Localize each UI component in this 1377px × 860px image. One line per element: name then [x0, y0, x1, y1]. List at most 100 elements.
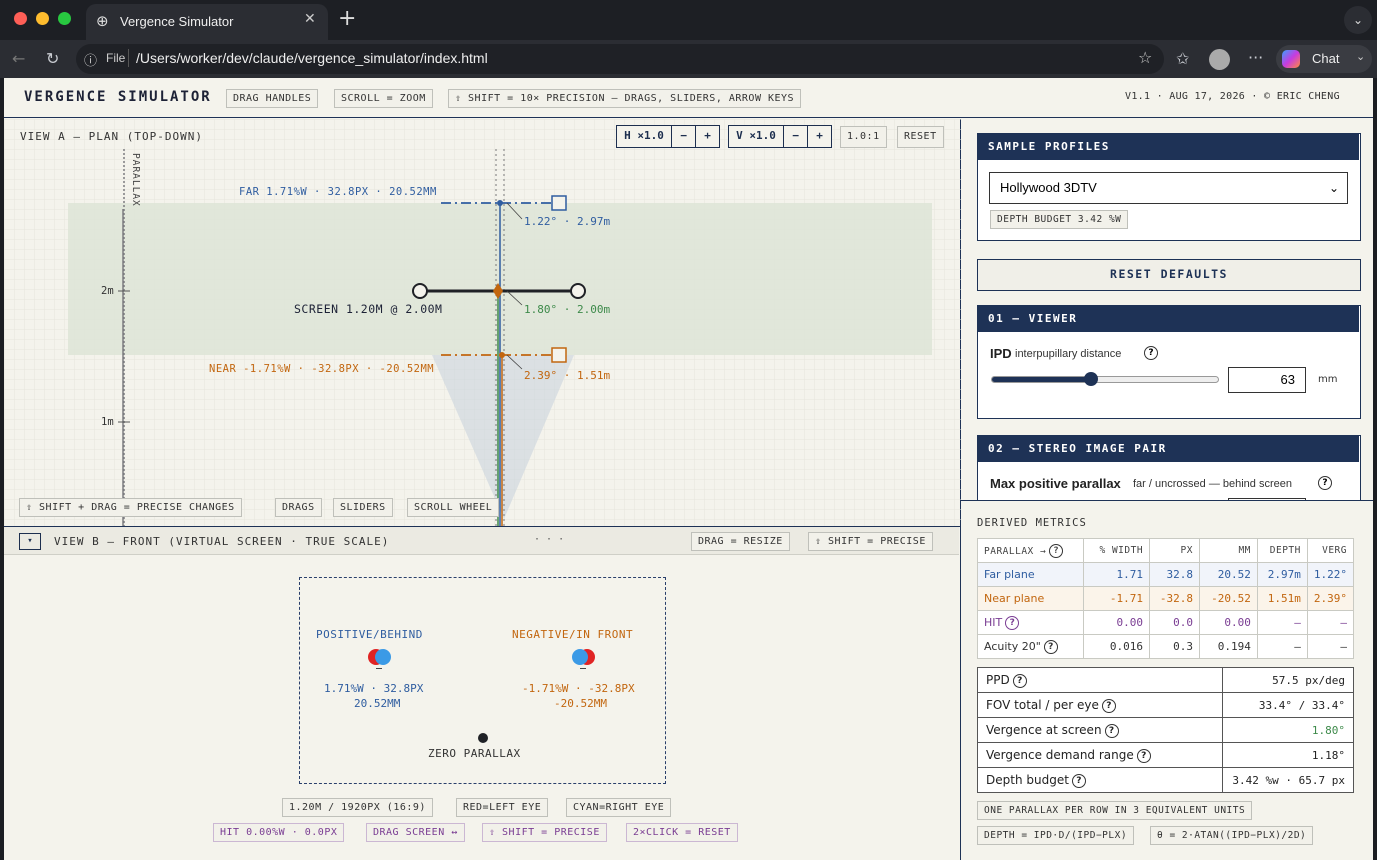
help-icon[interactable]: ?: [1043, 639, 1058, 654]
ipd-input[interactable]: 63: [1228, 367, 1306, 393]
zero-parallax-dot[interactable]: [478, 733, 488, 743]
table-row: Depth budget? 3.42 %w · 65.7 px: [977, 767, 1354, 793]
v-zoom-plus-button[interactable]: +: [808, 125, 832, 148]
sample-profiles-title: SAMPLE PROFILES: [978, 134, 1359, 160]
minimize-window-button[interactable]: [36, 12, 49, 25]
col-header-width: % WIDTH: [1083, 538, 1151, 563]
help-icon[interactable]: ?: [1049, 543, 1064, 558]
near-plane-readout: 2.39° · 1.51m: [524, 369, 610, 382]
help-icon[interactable]: ?: [1318, 476, 1332, 490]
url-scheme: File: [106, 51, 126, 65]
more-menu-icon[interactable]: ···: [1248, 48, 1263, 68]
virtual-screen[interactable]: POSITIVE/BEHIND 1.71%W · 32.8PX 20.52MM …: [299, 577, 666, 784]
negative-stereo-pair-icon[interactable]: [572, 649, 602, 669]
screen-left-handle: [412, 283, 428, 299]
table-cell: 2.39°: [1306, 586, 1355, 611]
red-left-eye-tag: RED=LEFT EYE: [456, 798, 549, 817]
tab-search-button[interactable]: ⌄: [1344, 6, 1372, 34]
resize-grip[interactable]: · · ·: [534, 534, 564, 545]
stat-value-ppd: 57.5 px/deg: [1222, 667, 1354, 693]
table-row: PPD? 57.5 px/deg: [977, 667, 1354, 693]
positive-stereo-pair-icon[interactable]: [368, 649, 398, 669]
avatar[interactable]: [1209, 49, 1230, 70]
help-icon[interactable]: ?: [1144, 346, 1158, 360]
profile-select-value: Hollywood 3DTV: [1000, 180, 1097, 195]
ipd-sublabel: interpupillary distance: [1015, 348, 1122, 360]
address-bar[interactable]: ⓘ File /Users/worker/dev/claude/vergence…: [76, 44, 1164, 74]
reset-defaults-button[interactable]: RESET DEFAULTS: [977, 259, 1361, 291]
hint-drag-handles: DRAG HANDLES: [226, 89, 319, 108]
screen-right-handle: [570, 283, 586, 299]
table-row: HIT? 0.00 0.0 0.00 – –: [976, 610, 1355, 635]
url-text: /Users/worker/dev/claude/vergence_simula…: [136, 50, 488, 66]
row-label-hit: HIT: [984, 615, 1003, 629]
h-zoom-value: H ×1.0: [616, 125, 672, 148]
ipd-slider[interactable]: [991, 372, 1219, 386]
globe-icon: ⊕: [96, 12, 109, 30]
stat-label-vergence-screen: Vergence at screen: [986, 722, 1102, 737]
viewer-title: 01 — VIEWER: [978, 306, 1359, 332]
col-header-mm: MM: [1198, 538, 1258, 563]
view-a-title: VIEW A — PLAN (TOP-DOWN): [20, 130, 203, 143]
chevron-down-icon: ⌄: [1328, 181, 1339, 195]
hint-drags: DRAGS: [275, 498, 322, 517]
chat-button[interactable]: Chat ⌄: [1276, 45, 1372, 73]
col-header-px: PX: [1149, 538, 1200, 563]
stat-value-fov: 33.4° / 33.4°: [1222, 692, 1354, 718]
sample-profiles-panel: SAMPLE PROFILES Hollywood 3DTV ⌄ DEPTH B…: [977, 133, 1361, 241]
v-zoom-minus-button[interactable]: −: [784, 125, 808, 148]
parallax-axis-label: PARALLAX: [130, 153, 141, 207]
tick-2m: 2m: [101, 285, 114, 297]
help-icon[interactable]: ?: [1071, 773, 1086, 788]
reload-icon[interactable]: ↻: [46, 49, 59, 69]
hint-sliders: SLIDERS: [333, 498, 393, 517]
hint-scroll-wheel: SCROLL WHEEL: [407, 498, 500, 517]
ipd-slider-thumb[interactable]: [1084, 372, 1099, 386]
far-plane-readout: 1.22° · 2.97m: [524, 215, 610, 228]
h-zoom-plus-button[interactable]: +: [696, 125, 720, 148]
aspect-ratio-button[interactable]: 1.0:1: [840, 126, 887, 148]
stat-value-vergence-range: 1.18°: [1222, 742, 1354, 768]
stat-label-ppd: PPD: [986, 672, 1010, 687]
maximize-window-button[interactable]: [58, 12, 71, 25]
note-theta-formula: θ = 2·ATAN((IPD−PLX)/2D): [1150, 826, 1314, 845]
close-window-button[interactable]: [14, 12, 27, 25]
help-icon[interactable]: ?: [1005, 615, 1020, 630]
h-zoom-minus-button[interactable]: −: [672, 125, 696, 148]
help-icon[interactable]: ?: [1012, 673, 1027, 688]
controls-sidebar[interactable]: SAMPLE PROFILES Hollywood 3DTV ⌄ DEPTH B…: [961, 119, 1373, 502]
profile-select[interactable]: Hollywood 3DTV ⌄: [989, 172, 1348, 204]
derived-metrics-panel: DERIVED METRICS PARALLAX →? % WIDTH PX M…: [961, 500, 1373, 860]
zero-parallax-label: ZERO PARALLAX: [428, 747, 521, 760]
view-a-panel[interactable]: PARALLAX 2m 1m FAR 1.71%W · 32.8PX · 20.…: [4, 119, 961, 526]
table-cell: 0.00: [1198, 610, 1258, 635]
view-b-header: ▾ VIEW B — FRONT (VIRTUAL SCREEN · TRUE …: [4, 527, 959, 555]
browser-tab[interactable]: ⊕ Vergence Simulator ✕: [86, 4, 328, 40]
favorites-icon[interactable]: ✩: [1176, 49, 1189, 69]
help-icon[interactable]: ?: [1104, 723, 1119, 738]
hint-shift-precise: ⇧ SHIFT = PRECISE: [808, 532, 933, 551]
info-icon[interactable]: ⓘ: [84, 50, 97, 69]
plan-view-canvas[interactable]: PARALLAX 2m 1m FAR 1.71%W · 32.8PX · 20.…: [4, 119, 961, 526]
view-reset-button[interactable]: RESET: [897, 126, 944, 148]
table-row: Far plane 1.71 32.8 20.52 2.97m 1.22°: [976, 562, 1355, 587]
hint-scroll-zoom: SCROLL = ZOOM: [334, 89, 433, 108]
table-cell: 32.8: [1149, 562, 1200, 587]
help-icon[interactable]: ?: [1101, 698, 1116, 713]
table-cell: -32.8: [1149, 586, 1200, 611]
collapse-toggle-button[interactable]: ▾: [19, 533, 41, 550]
hit-value-tag: HIT 0.00%W · 0.0PX: [213, 823, 345, 842]
bookmark-star-icon[interactable]: ☆: [1138, 48, 1152, 67]
back-icon[interactable]: ←: [12, 49, 25, 69]
table-cell: -20.52: [1198, 586, 1258, 611]
note-equivalent-units: ONE PARALLAX PER ROW IN 3 EQUIVALENT UNI…: [977, 801, 1253, 820]
table-cell: 1.71: [1083, 562, 1151, 587]
chat-label: Chat: [1312, 51, 1340, 66]
far-plane-label: FAR 1.71%W · 32.8PX · 20.52MM: [239, 186, 437, 198]
close-tab-icon[interactable]: ✕: [304, 11, 316, 27]
positive-value-2: 20.52MM: [354, 697, 401, 710]
new-tab-icon[interactable]: +: [338, 6, 356, 31]
help-icon[interactable]: ?: [1136, 748, 1151, 763]
row-label-acuity: Acuity 20": [984, 639, 1041, 653]
table-cell: –: [1256, 610, 1308, 635]
